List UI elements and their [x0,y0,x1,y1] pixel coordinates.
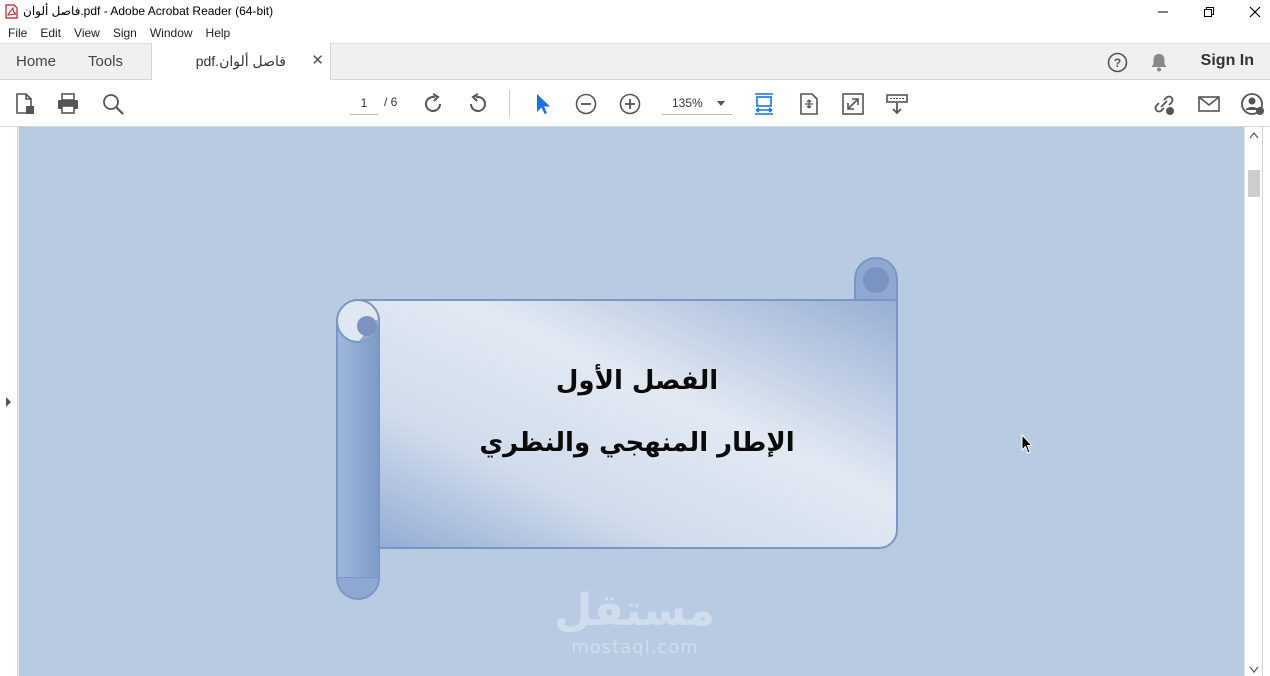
add-user-icon[interactable] [1241,92,1265,116]
close-icon [1249,6,1261,17]
zoom-select[interactable]: 135% [662,93,732,115]
menu-help[interactable]: Help [206,26,231,40]
tab-bar: Home Tools فاصل ألوان.pdf ✕ ? Sign In [0,43,1270,80]
page-down-icon[interactable] [466,92,490,116]
expand-left-icon [6,397,11,407]
page-total: / 6 [384,95,398,109]
right-panel-toggle[interactable] [1262,127,1270,676]
search-icon[interactable] [101,92,125,116]
watermark: مستقل mostaql.com [554,585,715,665]
chevron-down-icon [717,101,725,106]
left-panel-toggle[interactable] [0,127,18,676]
share-link-icon[interactable] [1152,92,1176,116]
menu-edit[interactable]: Edit [40,26,61,40]
window-title: فاصل ألوان.pdf - Adobe Acrobat Reader (6… [23,4,274,18]
watermark-arabic: مستقل [554,585,715,636]
toolbar: 1 / 6 135% [0,80,1270,127]
close-button[interactable] [1232,0,1270,23]
document-heading: الفصل الأول [556,364,718,396]
zoom-out-icon[interactable] [574,92,598,116]
help-icon[interactable]: ? [1107,52,1128,73]
scroll-up-icon[interactable] [1249,131,1259,139]
menu-file[interactable]: File [8,26,27,40]
restore-icon [1204,6,1214,17]
read-mode-icon[interactable] [885,92,909,116]
minimize-icon [1158,11,1168,12]
restore-button[interactable] [1186,0,1232,23]
select-cursor-icon[interactable] [531,92,555,116]
mouse-cursor-icon [1021,434,1033,454]
vertical-scrollbar[interactable] [1244,127,1262,676]
email-icon[interactable] [1197,92,1221,116]
menu-window[interactable]: Window [150,26,193,40]
menu-bar: File Edit View Sign Window Help [0,23,1270,43]
minimize-button[interactable] [1140,0,1186,23]
watermark-latin: mostaql.com [571,637,699,658]
sign-in-button[interactable]: Sign In [1201,52,1254,70]
document-tab-label: فاصل ألوان.pdf [195,53,286,69]
fit-width-icon[interactable] [752,92,776,116]
full-screen-icon[interactable] [841,92,865,116]
title-bar: فاصل ألوان.pdf - Adobe Acrobat Reader (6… [0,0,1270,23]
zoom-value: 135% [672,96,703,110]
document-tab[interactable]: فاصل ألوان.pdf ✕ [151,43,331,80]
toolbar-separator [509,90,510,117]
close-tab-icon[interactable]: ✕ [311,51,324,69]
zoom-in-icon[interactable] [618,92,642,116]
document-subheading: الإطار المنهجي والنظري [479,428,794,458]
svg-text:?: ? [1114,56,1121,70]
scroll-down-icon[interactable] [1249,666,1259,674]
create-pdf-icon[interactable] [13,92,37,116]
menu-view[interactable]: View [74,26,100,40]
menu-sign[interactable]: Sign [113,26,137,40]
page-number-input[interactable]: 1 [350,93,378,115]
tab-home[interactable]: Home [16,53,56,70]
fit-page-icon[interactable] [797,92,821,116]
page-up-icon[interactable] [421,92,445,116]
print-icon[interactable] [56,92,80,116]
bell-icon[interactable] [1149,52,1169,73]
tab-tools[interactable]: Tools [88,53,123,70]
acrobat-icon [5,4,18,19]
scroll-thumb[interactable] [1248,170,1260,197]
